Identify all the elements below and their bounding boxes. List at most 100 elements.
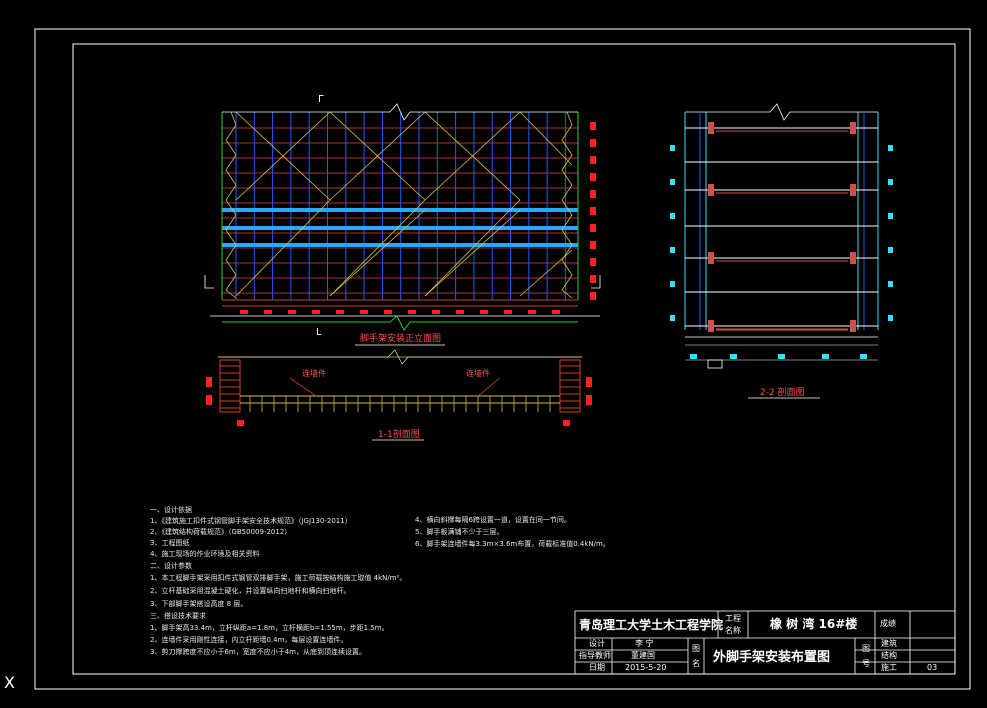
cad-drawing	[34, 28, 971, 690]
design-value: 李 宁	[635, 639, 654, 648]
notes-left-line: 4、施工现场的作业环境及相关资料	[150, 550, 260, 558]
title-block: 青岛理工大学土木工程学院 工程 名称 橡 树 湾 16#楼 成绩 设计 李 宁 …	[575, 611, 955, 674]
side-marker	[670, 145, 675, 151]
base-plate	[504, 310, 512, 314]
tie-marker	[590, 275, 596, 283]
base-plate	[312, 310, 320, 314]
base-plate	[408, 310, 416, 314]
tie-marker	[590, 207, 596, 215]
grade-label: 成绩	[880, 619, 896, 628]
notes-left-line: 3、工程图纸	[150, 539, 190, 547]
date-label: 日期	[589, 663, 605, 672]
notes-left-line: 3、下部脚手架搭设高度 8 层。	[150, 600, 248, 608]
corner-mark: X	[4, 673, 15, 692]
edge-zigzag	[225, 111, 573, 299]
cross-bracing	[235, 111, 573, 297]
tie-marker	[590, 122, 596, 130]
base-plate	[264, 310, 272, 314]
elevation-view	[204, 103, 601, 346]
side-marker	[888, 281, 893, 287]
base-plate	[240, 310, 248, 314]
side-marker	[670, 247, 675, 253]
base-plate	[360, 310, 368, 314]
notes-left-line: 1、本工程脚手架采用扣件式钢管双排脚手架，施工荷载按结构施工取值 4kN/m²。	[150, 574, 407, 582]
base-plate	[336, 310, 344, 314]
notes-left-line: 一、设计依据	[150, 506, 192, 514]
advisor-label: 指导教师	[579, 651, 611, 660]
struct-label: 结构	[881, 651, 897, 660]
section-mark-bottom: L	[316, 327, 322, 338]
notes-left-line: 三、搭设技术要求	[150, 612, 206, 620]
base-plate	[480, 310, 488, 314]
section-2-2-view	[670, 103, 893, 399]
section-mark-top: Γ	[318, 94, 324, 105]
tie-marker	[590, 156, 596, 164]
notes-left-line: 1、脚手架高33.4m，立杆纵距a=1.8m，立杆横距b=1.55m，步距1.5…	[150, 624, 389, 632]
bright-ledger-band	[222, 243, 578, 247]
side-marker	[670, 179, 675, 185]
date-value: 2015-5-20	[625, 663, 667, 672]
section-1-label-right: 连墙件	[466, 369, 490, 378]
slab-bracket	[708, 252, 714, 264]
slab-bracket	[708, 184, 714, 196]
notes-right-line: 4、横向斜撑每隔6跨设置一道，设置在同一节间。	[415, 516, 571, 524]
base-block	[690, 354, 697, 359]
side-marker	[670, 281, 675, 287]
design-label: 设计	[589, 639, 605, 648]
school-name: 青岛理工大学土木工程学院	[579, 618, 724, 632]
slab-bracket	[850, 184, 856, 196]
side-marker	[670, 315, 675, 321]
base-plate	[528, 310, 536, 314]
notes-left-line: 2、连墙件采用刚性连接，内立杆距墙0.4m，每层设置连墙件。	[150, 636, 348, 644]
base-block	[822, 354, 829, 359]
number-label: 图	[862, 644, 870, 653]
side-marker	[888, 315, 893, 321]
slab-bracket	[850, 252, 856, 264]
tie-marker	[590, 224, 596, 232]
arch-label: 建筑	[881, 639, 897, 648]
drawing-label: 图	[692, 644, 700, 653]
project-name: 橡 树 湾 16#楼	[770, 617, 858, 631]
side-marker	[888, 247, 893, 253]
elevation-caption: 脚手架安装正立面图	[360, 334, 442, 344]
section-2-caption: 2-2 剖面图	[760, 388, 805, 398]
tie-marker	[590, 292, 596, 300]
drawing-label: 名	[692, 659, 700, 668]
bright-ledger-band	[222, 226, 578, 230]
notes-left-line: 二、设计参数	[150, 562, 192, 570]
slab-bracket	[850, 320, 856, 332]
side-marker	[888, 213, 893, 219]
notes-left-line: 2、立杆基础采用混凝土硬化，并设置纵向扫地杆和横向扫地杆。	[150, 587, 351, 595]
notes-left-line: 2、《建筑结构荷载规范》（GB50009-2012）	[150, 528, 292, 536]
project-label: 工程	[725, 614, 741, 623]
base-plate	[384, 310, 392, 314]
tie-marker	[590, 241, 596, 249]
base-plate	[432, 310, 440, 314]
project-label: 名称	[725, 626, 741, 635]
base-block	[778, 354, 785, 359]
drawing-name: 外脚手架安装布置图	[713, 650, 831, 665]
section-1-caption: 1-1剖面图	[378, 430, 420, 440]
base-plate	[288, 310, 296, 314]
base-plate	[456, 310, 464, 314]
tie-marker	[590, 173, 596, 181]
section-1-label-left: 连墙件	[302, 369, 326, 378]
base-block	[730, 354, 737, 359]
constr-value: 03	[927, 663, 938, 672]
base-bars	[222, 299, 578, 307]
section-1-1-view	[206, 349, 592, 441]
tie-marker	[590, 190, 596, 198]
slab-bracket	[708, 122, 714, 134]
bright-ledger-band	[222, 208, 578, 212]
tie-marker	[590, 258, 596, 266]
base-block	[860, 354, 867, 359]
constr-label: 施工	[881, 663, 897, 672]
number-label: 号	[862, 659, 870, 668]
side-marker	[670, 213, 675, 219]
base-plate	[552, 310, 560, 314]
notes-right-line: 6、脚手架连墙件每3.3m×3.6m布置，荷载标准值0.4kN/m。	[415, 540, 610, 548]
tie-marker	[590, 139, 596, 147]
side-marker	[888, 145, 893, 151]
slab-bracket	[708, 320, 714, 332]
side-marker	[888, 179, 893, 185]
